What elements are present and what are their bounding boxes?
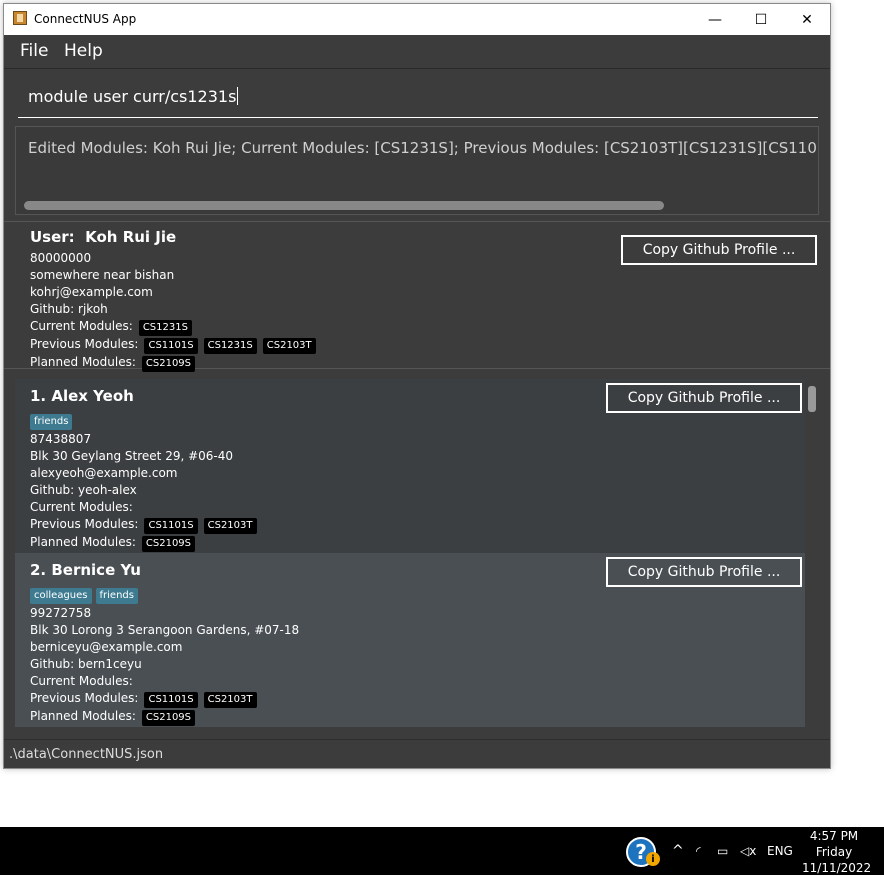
module-tag: CS1101S [144, 338, 198, 354]
window-title: ConnectNUS App [34, 12, 137, 26]
menu-file[interactable]: File [20, 41, 48, 61]
user-name-heading: User: Koh Rui Jie [30, 228, 176, 246]
contact-email: berniceyu@example.com [30, 640, 183, 654]
contact-card[interactable]: 1. Alex Yeoh friends 87438807 Blk 30 Gey… [15, 379, 805, 553]
status-bar: .\data\ConnectNUS.json [4, 739, 830, 768]
maximize-button[interactable]: ☐ [738, 4, 784, 35]
system-clock[interactable]: 4:57 PM Friday 11/11/2022 [802, 828, 872, 876]
data-file-path: .\data\ConnectNUS.json [9, 747, 164, 762]
menu-bar: File Help [4, 35, 830, 69]
app-window: ConnectNUS App — ☐ ✕ File Help module us… [3, 3, 831, 769]
horizontal-scrollbar[interactable] [24, 201, 664, 210]
copy-github-profile-button[interactable]: Copy Github Profile ... [606, 383, 802, 413]
module-tag: CS1101S [144, 518, 198, 534]
user-name: Koh Rui Jie [85, 228, 177, 246]
clock-time: 4:57 PM [809, 829, 859, 843]
contact-github: Github: bern1ceyu [30, 657, 142, 671]
contact-list[interactable]: 1. Alex Yeoh friends 87438807 Blk 30 Gey… [15, 379, 805, 729]
info-badge-icon: i [646, 852, 660, 866]
contact-name: 1. Alex Yeoh [30, 387, 134, 405]
module-tag: CS1101S [144, 692, 198, 708]
minimize-button[interactable]: — [692, 4, 738, 35]
copy-github-profile-button[interactable]: Copy Github Profile ... [621, 235, 817, 265]
current-modules-label: Current Modules: [30, 319, 133, 333]
contact-current-modules: Current Modules: [30, 500, 133, 514]
module-tag: CS1231S [203, 338, 257, 354]
user-planned-modules: Planned Modules: CS2109S [30, 355, 196, 372]
tag-label: colleagues [30, 588, 92, 604]
volume-muted-icon[interactable]: ◁x [740, 844, 756, 858]
vertical-scroll-thumb[interactable] [808, 386, 816, 412]
contact-address: Blk 30 Geylang Street 29, #06-40 [30, 449, 234, 463]
contact-phone: 99272758 [30, 606, 92, 620]
planned-modules-label: Planned Modules: [30, 709, 136, 723]
contact-tags: colleagues friends [30, 587, 142, 604]
user-prefix-label: User: [30, 228, 75, 246]
contact-planned-modules: Planned Modules: CS2109S [30, 709, 196, 726]
tag-label: friends [95, 588, 138, 604]
close-button[interactable]: ✕ [784, 4, 830, 35]
module-tag: CS2103T [203, 692, 257, 708]
previous-modules-label: Previous Modules: [30, 517, 139, 531]
contact-address: Blk 30 Lorong 3 Serangoon Gardens, #07-1… [30, 623, 300, 637]
module-tag: CS2109S [141, 536, 196, 552]
text-caret [237, 87, 239, 105]
chevron-up-icon[interactable]: ^ [672, 843, 684, 859]
user-address: somewhere near bishan [30, 268, 175, 282]
contact-previous-modules: Previous Modules: CS1101S CS2103T [30, 691, 257, 708]
copy-github-profile-button[interactable]: Copy Github Profile ... [606, 557, 802, 587]
result-text: Edited Modules: Koh Rui Jie; Current Mod… [28, 139, 818, 157]
planned-modules-label: Planned Modules: [30, 535, 136, 549]
module-tag: CS2109S [141, 356, 196, 372]
menu-help[interactable]: Help [64, 41, 103, 61]
user-email: kohrj@example.com [30, 285, 153, 299]
command-input[interactable]: module user curr/cs1231s [18, 81, 818, 118]
contact-github: Github: yeoh-alex [30, 483, 137, 497]
user-profile-panel: User: Koh Rui Jie 80000000 somewhere nea… [4, 221, 830, 372]
user-github: Github: rjkoh [30, 302, 108, 316]
contact-name: 2. Bernice Yu [30, 561, 141, 579]
app-icon [13, 11, 27, 25]
vertical-scrollbar[interactable] [805, 379, 819, 729]
module-tag: CS2103T [262, 338, 316, 354]
contact-tags: friends [30, 413, 76, 430]
command-text: module user curr/cs1231s [28, 87, 237, 106]
clock-day: Friday [815, 845, 853, 859]
module-tag: CS2103T [203, 518, 257, 534]
previous-modules-label: Previous Modules: [30, 691, 139, 705]
planned-modules-label: Planned Modules: [30, 355, 136, 369]
wifi-icon[interactable]: ◜ [696, 844, 701, 858]
user-current-modules: Current Modules: CS1231S [30, 319, 192, 336]
contact-previous-modules: Previous Modules: CS1101S CS2103T [30, 517, 257, 534]
contact-planned-modules: Planned Modules: CS2109S [30, 535, 196, 552]
contact-current-modules: Current Modules: [30, 674, 133, 688]
tag-label: friends [30, 414, 73, 430]
previous-modules-label: Previous Modules: [30, 337, 139, 351]
contact-phone: 87438807 [30, 432, 92, 446]
contact-email: alexyeoh@example.com [30, 466, 178, 480]
module-tag: CS1231S [138, 320, 192, 336]
language-indicator[interactable]: ENG [767, 844, 793, 858]
result-display[interactable]: Edited Modules: Koh Rui Jie; Current Mod… [15, 126, 819, 215]
contact-card[interactable]: 2. Bernice Yu colleagues friends 99272758… [15, 553, 805, 727]
module-tag: CS2109S [141, 710, 196, 726]
title-bar: ConnectNUS App — ☐ ✕ [4, 4, 830, 35]
clock-date: 11/11/2022 [802, 861, 872, 875]
user-previous-modules: Previous Modules: CS1101S CS1231S CS2103T [30, 337, 316, 354]
battery-icon[interactable]: ▭ [717, 844, 728, 858]
user-phone: 80000000 [30, 251, 92, 265]
